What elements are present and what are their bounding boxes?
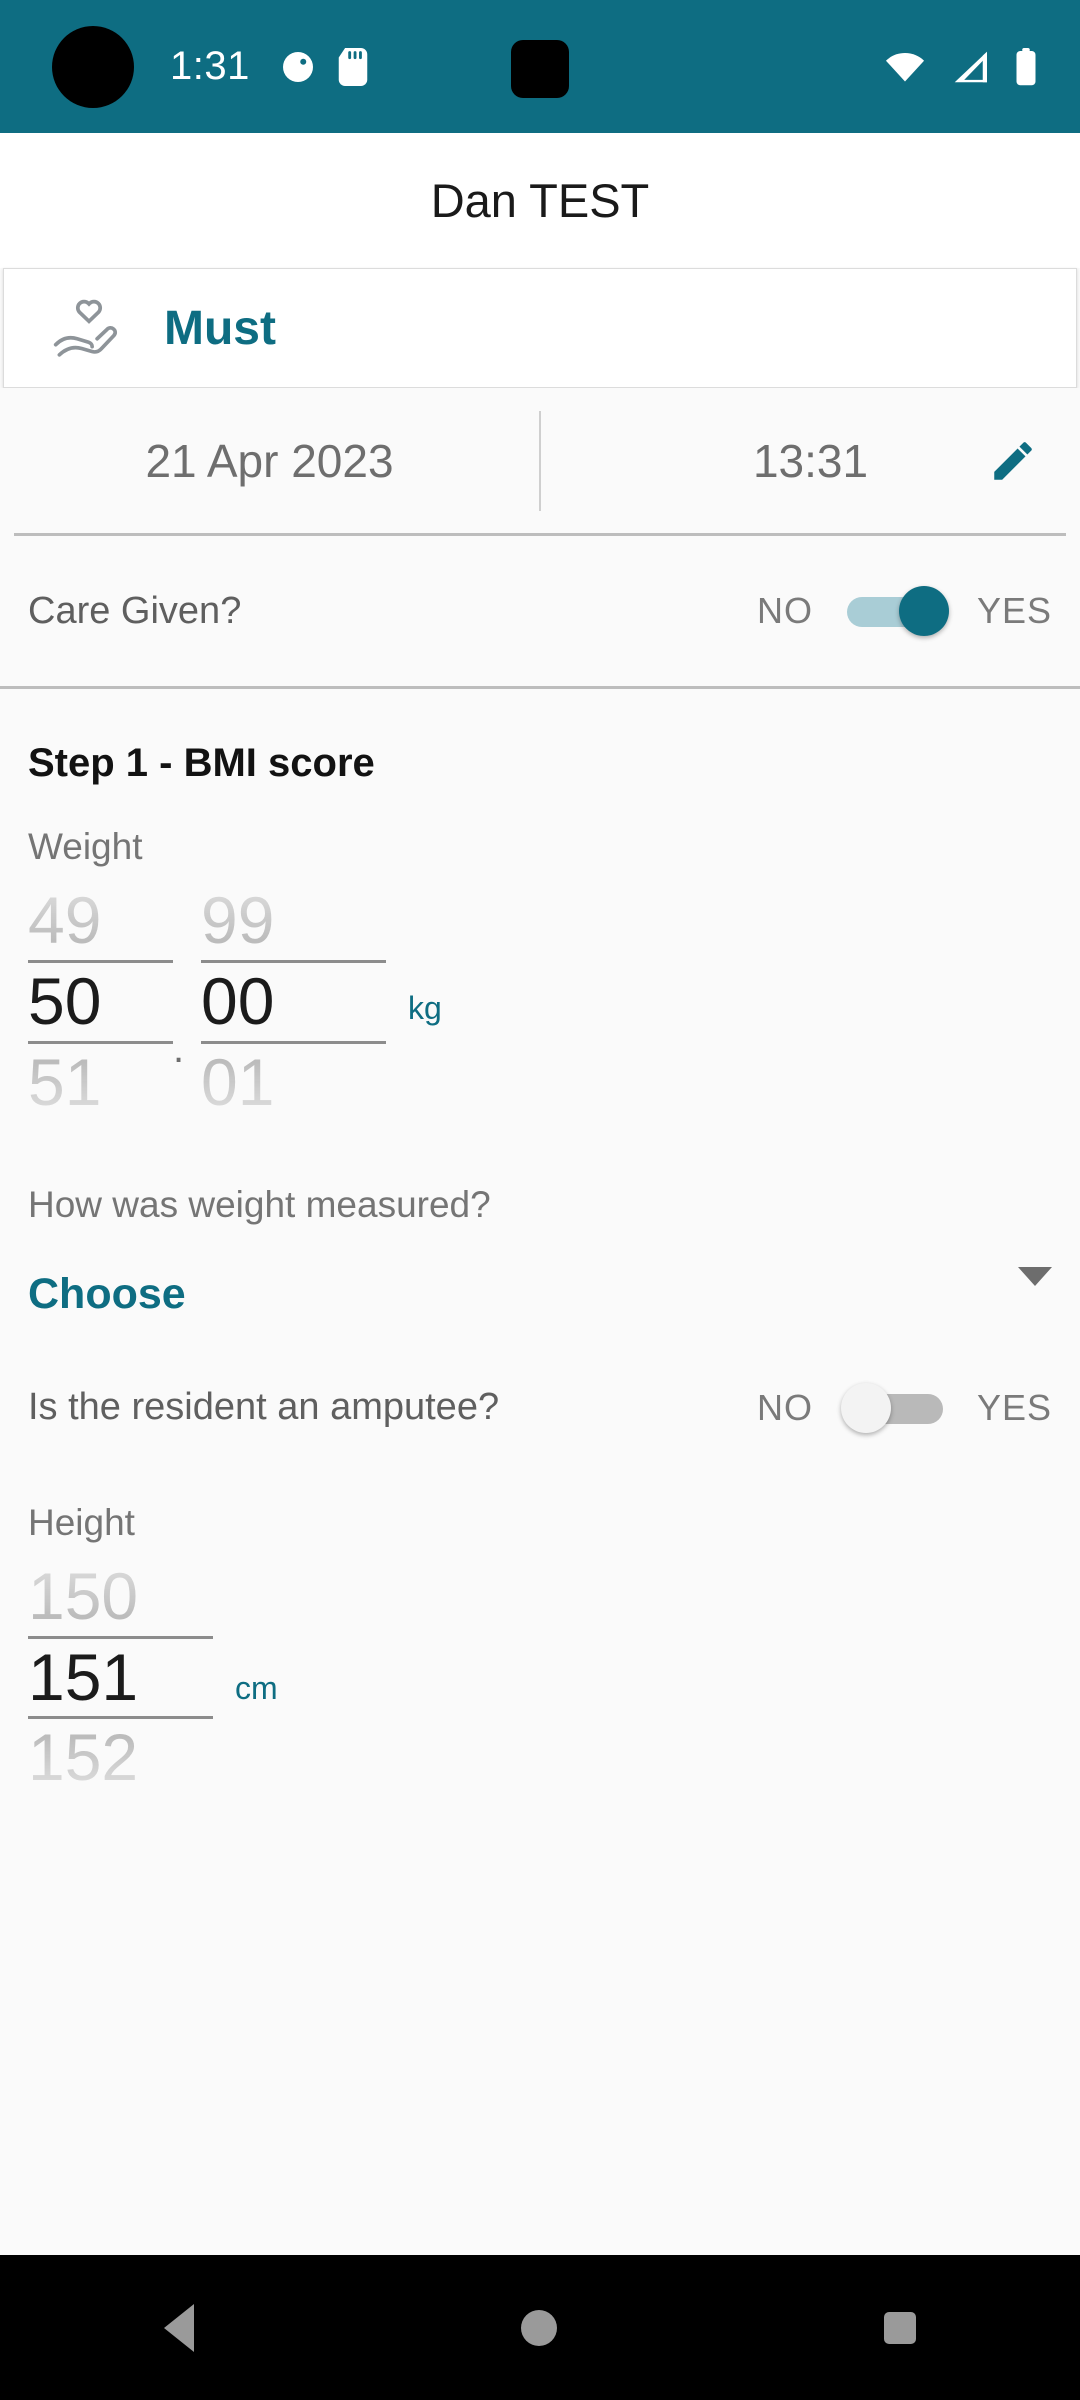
care-given-no-label: NO <box>756 590 813 631</box>
step1-section: Step 1 - BMI score Weight 49 50 51 . 99 … <box>0 689 1080 1338</box>
pencil-icon <box>988 436 1038 486</box>
weight-decimal-next[interactable]: 01 <box>201 1044 386 1122</box>
status-bar-system-icons <box>884 47 1050 86</box>
back-icon <box>163 2303 194 2352</box>
weight-whole-prev[interactable]: 49 <box>28 882 173 960</box>
amputee-label: Is the resident an amputee? <box>28 1386 500 1429</box>
record-date-field[interactable]: 21 Apr 2023 <box>0 388 539 533</box>
step1-title: Step 1 - BMI score <box>28 741 375 785</box>
status-bar-notification-icons <box>280 47 368 86</box>
weight-method-label: How was weight measured? <box>28 1183 491 1225</box>
status-bar-clock: 1:31 <box>170 44 250 88</box>
status-bar: 1:31 <box>0 0 1080 133</box>
weight-picker[interactable]: 49 50 51 . 99 00 01 kg <box>28 882 1052 1122</box>
amputee-control: NO YES <box>756 1382 1052 1433</box>
chevron-down-icon[interactable] <box>1018 1266 1052 1304</box>
height-label: Height <box>28 1501 135 1543</box>
care-given-label: Care Given? <box>28 589 242 632</box>
amputee-toggle-knob <box>840 1382 891 1433</box>
app-circle-icon <box>280 49 316 85</box>
care-given-yes-label: YES <box>976 590 1052 631</box>
android-navigation-bar <box>0 2255 1080 2400</box>
amputee-no-label: NO <box>756 1386 813 1428</box>
height-unit-label: cm <box>235 1669 278 1706</box>
height-next[interactable]: 152 <box>28 1719 213 1797</box>
sd-card-icon <box>338 47 368 86</box>
weight-whole-selected[interactable]: 50 <box>28 959 173 1044</box>
care-given-control: NO YES <box>756 586 1052 636</box>
care-given-toggle[interactable] <box>846 586 949 636</box>
battery-icon <box>1014 47 1038 86</box>
form-body: 21 Apr 2023 13:31 Care Given? NO YES Ste… <box>0 388 1080 1798</box>
cellular-signal-icon <box>950 50 990 84</box>
weight-label: Weight <box>28 826 143 867</box>
nav-recents-button[interactable] <box>824 2286 976 2370</box>
weight-whole-next[interactable]: 51 <box>28 1044 173 1122</box>
height-picker[interactable]: 150 151 152 cm <box>28 1558 1052 1798</box>
weight-method-dropdown[interactable]: Choose <box>28 1252 1052 1338</box>
care-given-row: Care Given? NO YES <box>0 536 1080 686</box>
assessment-card-must[interactable]: Must <box>3 268 1077 388</box>
weight-unit-label: kg <box>408 990 442 1026</box>
display-notch <box>511 40 569 98</box>
edit-record-button[interactable] <box>988 436 1038 486</box>
care-given-toggle-knob <box>898 586 949 636</box>
weight-decimal-picker[interactable]: 99 00 01 <box>201 882 386 1122</box>
phone-screen: 1:31 Dan TEST Must 21 Apr 2023 13:31 Car… <box>0 0 1080 2400</box>
page-title: Dan TEST <box>430 174 650 227</box>
height-selected[interactable]: 151 <box>28 1635 213 1720</box>
nav-back-button[interactable] <box>104 2278 254 2378</box>
height-section: Height 150 151 152 cm <box>0 1502 1080 1798</box>
camera-punchhole-icon <box>52 25 134 108</box>
height-value-picker[interactable]: 150 151 152 <box>28 1558 213 1798</box>
heart-in-hand-icon <box>52 296 126 360</box>
amputee-yes-label: YES <box>976 1386 1052 1428</box>
app-header: Dan TEST <box>0 133 1080 268</box>
weight-decimal-selected[interactable]: 00 <box>201 959 386 1044</box>
weight-decimal-separator: . <box>173 1027 185 1072</box>
amputee-row: Is the resident an amputee? NO YES <box>0 1338 1080 1478</box>
record-time-value: 13:31 <box>752 434 869 487</box>
wifi-icon <box>884 50 926 84</box>
weight-decimal-prev[interactable]: 99 <box>201 882 386 960</box>
weight-method-value: Choose <box>28 1270 186 1319</box>
recents-icon <box>884 2311 917 2344</box>
record-date-value: 21 Apr 2023 <box>145 434 394 487</box>
amputee-toggle[interactable] <box>840 1382 943 1433</box>
record-datetime-row: 21 Apr 2023 13:31 <box>0 388 1080 533</box>
assessment-card-label: Must <box>164 301 276 355</box>
height-prev[interactable]: 150 <box>28 1558 213 1636</box>
home-icon <box>520 2309 557 2346</box>
weight-whole-picker[interactable]: 49 50 51 <box>28 882 173 1122</box>
nav-home-button[interactable] <box>461 2284 617 2372</box>
